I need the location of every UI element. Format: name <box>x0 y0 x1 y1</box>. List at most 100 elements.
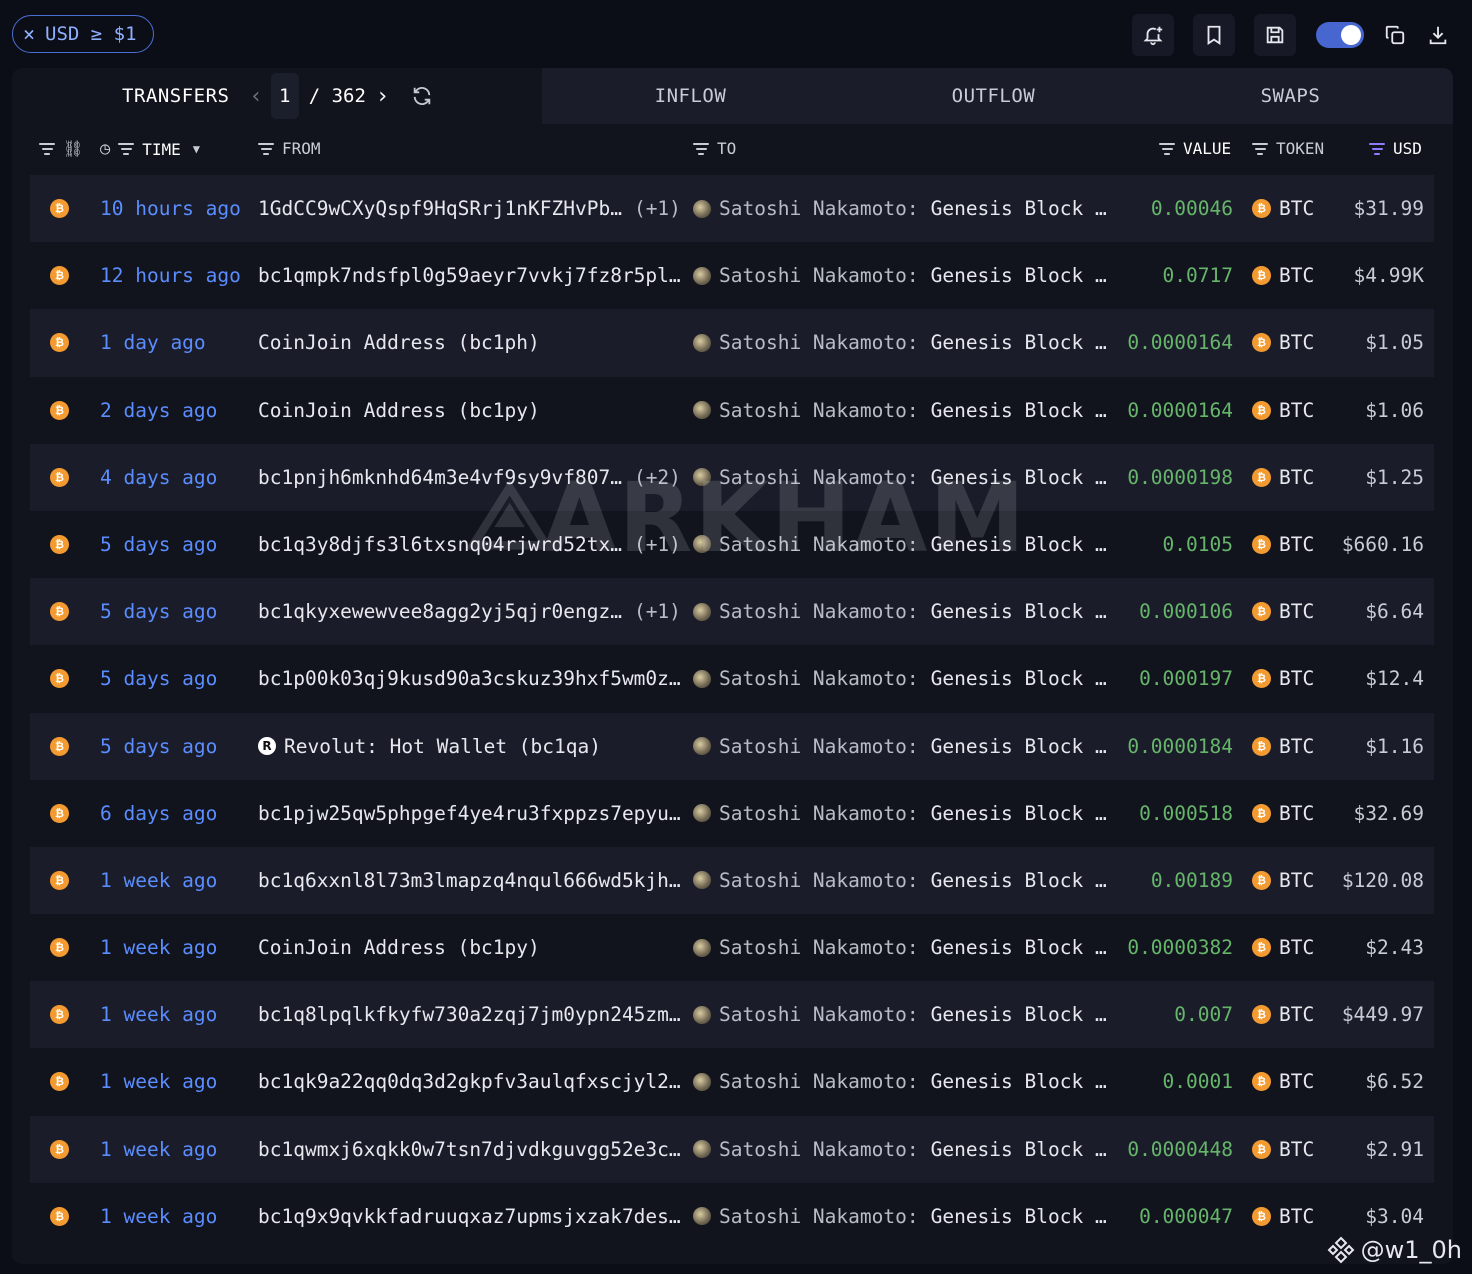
token-cell[interactable]: ₿ BTC <box>1252 914 1314 981</box>
table-row[interactable]: ₿ 4 days ago bc1pnjh6mknhd64m3e4vf9sy9vf… <box>30 443 1434 511</box>
time-link[interactable]: 5 days ago <box>100 713 217 780</box>
time-link[interactable]: 1 week ago <box>100 914 217 981</box>
chain-filter[interactable]: ⛓ <box>39 139 83 158</box>
from-address[interactable]: bc1qk9a22qq0dq3d2gkpfv3aulqfxscjyl2… <box>258 1070 681 1093</box>
to-entity[interactable]: Satoshi Nakamoto: <box>719 1003 919 1026</box>
to-cell[interactable]: Satoshi Nakamoto: Genesis Block … <box>693 1048 1107 1115</box>
tab-inflow[interactable]: INFLOW <box>655 85 727 107</box>
from-address[interactable]: CoinJoin Address (bc1py) <box>258 936 540 959</box>
to-entity[interactable]: Satoshi Nakamoto: <box>719 802 919 825</box>
token-cell[interactable]: ₿ BTC <box>1252 175 1314 242</box>
to-cell[interactable]: Satoshi Nakamoto: Genesis Block … <box>693 1183 1107 1250</box>
table-row[interactable]: ₿ 1 day ago CoinJoin Address (bc1ph) Sat… <box>30 309 1434 377</box>
to-cell[interactable]: Satoshi Nakamoto: Genesis Block … <box>693 645 1107 712</box>
to-label[interactable]: Genesis Block … <box>931 1205 1107 1228</box>
to-entity[interactable]: Satoshi Nakamoto: <box>719 936 919 959</box>
to-cell[interactable]: Satoshi Nakamoto: Genesis Block … <box>693 847 1107 914</box>
table-row[interactable]: ₿ 5 days ago bc1qkyxewewvee8agg2yj5qjr0e… <box>30 578 1434 646</box>
from-address[interactable]: bc1qwmxj6xqkk0w7tsn7djvdkguvgg52e3c… <box>258 1138 681 1161</box>
from-address[interactable]: bc1q9x9qvkkfadruuqxaz7upmsjxzak7des… <box>258 1205 681 1228</box>
table-row[interactable]: ₿ 1 week ago bc1qwmxj6xqkk0w7tsn7djvdkgu… <box>30 1115 1434 1183</box>
from-address[interactable]: CoinJoin Address (bc1ph) <box>258 331 540 354</box>
time-link[interactable]: 1 day ago <box>100 309 206 376</box>
token-cell[interactable]: ₿ BTC <box>1252 1116 1314 1183</box>
to-entity[interactable]: Satoshi Nakamoto: <box>719 1138 919 1161</box>
table-row[interactable]: ₿ 1 week ago CoinJoin Address (bc1py) Sa… <box>30 914 1434 981</box>
from-address[interactable]: bc1qmpk7ndsfpl0g59aeyr7vvkj7fz8r5pl… <box>258 264 681 287</box>
usd-filter-chip[interactable]: × USD ≥ $1 <box>12 15 154 53</box>
from-cell[interactable]: bc1q9x9qvkkfadruuqxaz7upmsjxzak7des… <box>258 1183 681 1250</box>
from-address[interactable]: CoinJoin Address (bc1py) <box>258 399 540 422</box>
from-cell[interactable]: 1GdCC9wCXyQspf9HqSRrj1nKFZHvPb… (+1) <box>258 175 681 242</box>
from-extra-count[interactable]: (+1) <box>634 533 681 556</box>
to-label[interactable]: Genesis Block … <box>931 936 1107 959</box>
time-link[interactable]: 12 hours ago <box>100 242 241 309</box>
from-address[interactable]: bc1pjw25qw5phpgef4ye4ru3fxppzs7epyu… <box>258 802 681 825</box>
table-row[interactable]: ₿ 5 days ago R Revolut: Hot Wallet (bc1qa… <box>30 712 1434 780</box>
filter-icon[interactable] <box>1159 142 1175 155</box>
token-cell[interactable]: ₿ BTC <box>1252 713 1314 780</box>
time-link[interactable]: 1 week ago <box>100 981 217 1048</box>
from-cell[interactable]: bc1qkyxewewvee8agg2yj5qjr0engz… (+1) <box>258 578 681 645</box>
token-cell[interactable]: ₿ BTC <box>1252 377 1314 444</box>
tab-transfers[interactable]: TRANSFERS ‹ 1 / 362 › <box>12 68 542 124</box>
to-cell[interactable]: Satoshi Nakamoto: Genesis Block … <box>693 444 1107 511</box>
from-cell[interactable]: R Revolut: Hot Wallet (bc1qa) <box>258 713 601 780</box>
to-label[interactable]: Genesis Block … <box>931 869 1107 892</box>
table-row[interactable]: ₿ 12 hours ago bc1qmpk7ndsfpl0g59aeyr7vv… <box>30 242 1434 309</box>
from-address[interactable]: bc1pnjh6mknhd64m3e4vf9sy9vf807… <box>258 466 622 489</box>
to-cell[interactable]: Satoshi Nakamoto: Genesis Block … <box>693 511 1107 578</box>
from-address[interactable]: bc1q3y8djfs3l6txsnq04rjwrd52tx… <box>258 533 622 556</box>
close-icon[interactable]: × <box>23 22 35 46</box>
to-label[interactable]: Genesis Block … <box>931 802 1107 825</box>
from-address[interactable]: 1GdCC9wCXyQspf9HqSRrj1nKFZHvPb… <box>258 197 622 220</box>
token-cell[interactable]: ₿ BTC <box>1252 1048 1314 1115</box>
to-entity[interactable]: Satoshi Nakamoto: <box>719 735 919 758</box>
filter-icon[interactable] <box>39 142 55 155</box>
to-cell[interactable]: Satoshi Nakamoto: Genesis Block … <box>693 309 1107 376</box>
to-label[interactable]: Genesis Block … <box>931 1003 1107 1026</box>
from-address[interactable]: Revolut: Hot Wallet (bc1qa) <box>284 735 601 758</box>
to-cell[interactable]: Satoshi Nakamoto: Genesis Block … <box>693 377 1107 444</box>
save-button[interactable] <box>1254 14 1296 56</box>
tab-outflow[interactable]: OUTFLOW <box>952 85 1036 107</box>
to-label[interactable]: Genesis Block … <box>931 466 1107 489</box>
to-label[interactable]: Genesis Block … <box>931 197 1107 220</box>
time-link[interactable]: 1 week ago <box>100 1183 217 1250</box>
clock-icon[interactable]: ◷ <box>100 139 110 159</box>
token-cell[interactable]: ₿ BTC <box>1252 1183 1314 1250</box>
time-link[interactable]: 6 days ago <box>100 780 217 847</box>
filter-icon[interactable] <box>1252 142 1268 155</box>
from-address[interactable]: bc1q8lpqlkfkyfw730a2zqj7jm0ypn245zm… <box>258 1003 681 1026</box>
refresh-button[interactable] <box>411 85 433 107</box>
from-cell[interactable]: bc1qk9a22qq0dq3d2gkpfv3aulqfxscjyl2… <box>258 1048 681 1115</box>
token-cell[interactable]: ₿ BTC <box>1252 578 1314 645</box>
time-header[interactable]: ◷ TIME ▼ <box>100 139 200 159</box>
to-label[interactable]: Genesis Block … <box>931 264 1107 287</box>
from-cell[interactable]: CoinJoin Address (bc1ph) <box>258 309 540 376</box>
to-entity[interactable]: Satoshi Nakamoto: <box>719 331 919 354</box>
to-entity[interactable]: Satoshi Nakamoto: <box>719 667 919 690</box>
from-cell[interactable]: bc1qmpk7ndsfpl0g59aeyr7vvkj7fz8r5pl… <box>258 242 681 309</box>
to-label[interactable]: Genesis Block … <box>931 735 1107 758</box>
from-cell[interactable]: bc1q3y8djfs3l6txsnq04rjwrd52tx… (+1) <box>258 511 681 578</box>
from-extra-count[interactable]: (+1) <box>634 600 681 623</box>
filter-active-icon[interactable] <box>1369 142 1385 155</box>
view-toggle[interactable] <box>1316 22 1364 48</box>
to-entity[interactable]: Satoshi Nakamoto: <box>719 600 919 623</box>
to-entity[interactable]: Satoshi Nakamoto: <box>719 264 919 287</box>
to-cell[interactable]: Satoshi Nakamoto: Genesis Block … <box>693 242 1107 309</box>
to-entity[interactable]: Satoshi Nakamoto: <box>719 466 919 489</box>
to-header[interactable]: TO <box>693 139 736 158</box>
time-link[interactable]: 4 days ago <box>100 444 217 511</box>
time-link[interactable]: 5 days ago <box>100 645 217 712</box>
time-link[interactable]: 5 days ago <box>100 511 217 578</box>
token-cell[interactable]: ₿ BTC <box>1252 444 1314 511</box>
table-row[interactable]: ₿ 1 week ago bc1q9x9qvkkfadruuqxaz7upmsj… <box>30 1183 1434 1250</box>
table-row[interactable]: ₿ 5 days ago bc1q3y8djfs3l6txsnq04rjwrd5… <box>30 511 1434 578</box>
to-entity[interactable]: Satoshi Nakamoto: <box>719 197 919 220</box>
from-extra-count[interactable]: (+1) <box>634 197 681 220</box>
to-label[interactable]: Genesis Block … <box>931 667 1107 690</box>
table-row[interactable]: ₿ 1 week ago bc1q6xxnl8l73m3lmapzq4nqul6… <box>30 846 1434 915</box>
to-cell[interactable]: Satoshi Nakamoto: Genesis Block … <box>693 578 1107 645</box>
